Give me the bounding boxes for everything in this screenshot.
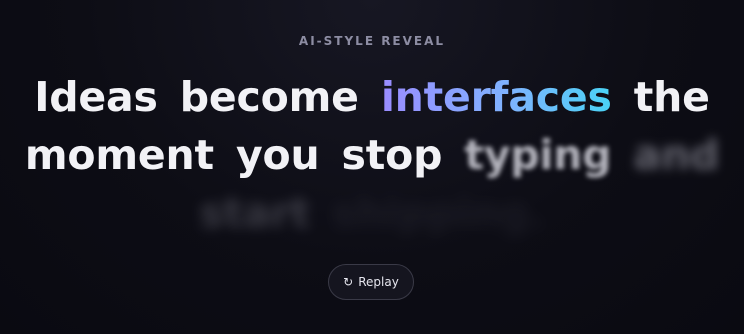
headline-line-1: Ideas become interfaces the [0, 68, 744, 126]
headline-word-hidden: shipping. [331, 189, 545, 237]
headline: Ideas become interfaces the moment you s… [0, 68, 744, 242]
headline-word: Ideas [34, 73, 158, 121]
replay-button[interactable]: ↻ Replay [328, 264, 414, 300]
headline-word-blurred: and [633, 131, 720, 179]
headline-word-accent: interfaces [381, 68, 612, 126]
replay-icon: ↻ [343, 275, 354, 289]
headline-word: the [633, 73, 710, 121]
replay-label: Replay [358, 275, 399, 289]
headline-word: become [179, 73, 359, 121]
headline-line-3: start shipping. [0, 184, 744, 242]
headline-word-blurred: start [199, 189, 310, 237]
headline-word: you [235, 131, 320, 179]
headline-word: moment [24, 131, 214, 179]
headline-line-2: moment you stop typing and [0, 126, 744, 184]
headline-word: stop [341, 131, 443, 179]
reveal-stage: AI-STYLE REVEAL Ideas become interfaces … [0, 0, 744, 334]
headline-word-revealing: typing [464, 131, 612, 179]
eyebrow-label: AI-STYLE REVEAL [298, 34, 446, 48]
